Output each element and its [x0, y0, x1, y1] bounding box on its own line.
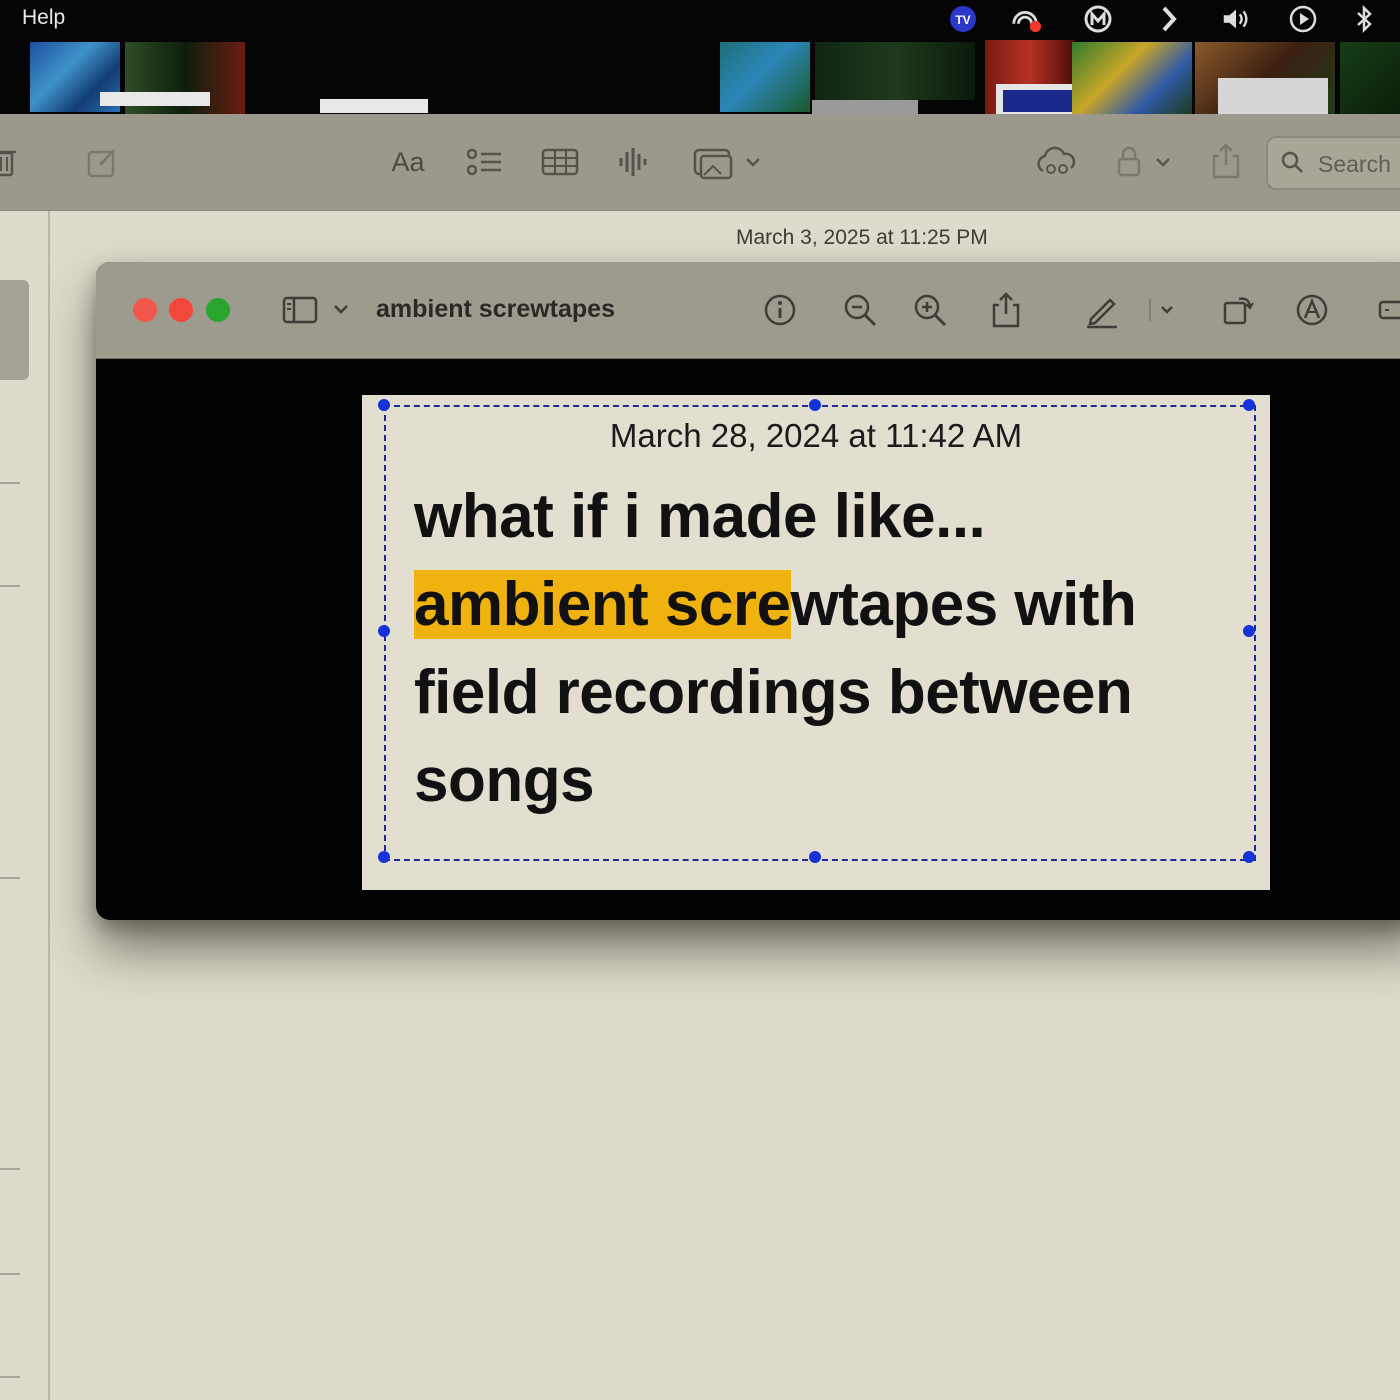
form-icon[interactable]: [1372, 290, 1400, 330]
tv-icon[interactable]: TV: [947, 3, 979, 35]
sidebar-divider: [0, 877, 20, 879]
markup-dropdown-icon[interactable]: [1146, 290, 1186, 330]
document-text: wtapes with: [790, 570, 1137, 639]
desktop-thumbnail: [1072, 42, 1192, 114]
selection-handle-middle-right[interactable]: [1243, 625, 1255, 637]
collaborate-icon[interactable]: [1034, 142, 1080, 182]
sidebar-divider: [0, 585, 20, 587]
search-placeholder: Search: [1318, 151, 1391, 177]
preview-titlebar: ambient screwtapes: [96, 262, 1400, 359]
note-date: March 3, 2025 at 11:25 PM: [736, 226, 988, 249]
selection-handle-middle-left[interactable]: [378, 625, 390, 637]
selection-handle-top-right[interactable]: [1243, 399, 1255, 411]
desktop-thumbnail: [1340, 42, 1400, 114]
bluetooth-icon[interactable]: [1348, 3, 1380, 35]
sidebar-divider: [0, 482, 20, 484]
document-line: songs: [414, 746, 595, 815]
share-icon[interactable]: [1206, 140, 1246, 182]
close-button[interactable]: [133, 298, 157, 322]
trash-icon[interactable]: [0, 142, 20, 182]
zoom-button[interactable]: [206, 298, 230, 322]
desktop-thumbnail: [815, 42, 975, 100]
document-body: what if i made like... ambient screwtape…: [414, 473, 1244, 825]
desktop-thumbnail: [720, 42, 810, 112]
markup-pen-icon[interactable]: [1082, 290, 1122, 330]
search-icon: [1278, 148, 1306, 176]
desktop-thumbnail: [1218, 78, 1328, 114]
m-icon[interactable]: [1082, 3, 1114, 35]
menu-bar: Help TV: [0, 0, 1400, 114]
menu-help[interactable]: Help: [22, 6, 65, 30]
sidebar-divider: [0, 1376, 20, 1378]
minimize-button[interactable]: [169, 298, 193, 322]
compose-icon[interactable]: [82, 142, 122, 182]
rotate-icon[interactable]: [1218, 290, 1258, 330]
notes-sidebar: [0, 211, 50, 1400]
notes-toolbar: Aa: [0, 114, 1400, 211]
document-date: March 28, 2024 at 11:42 AM: [609, 417, 1023, 454]
document-line: what if i made like...: [414, 482, 986, 551]
play-icon[interactable]: [1287, 3, 1319, 35]
document-line: ambient screwtapes with: [414, 561, 1244, 649]
svg-text:TV: TV: [955, 13, 970, 27]
sidebar-divider: [0, 1168, 20, 1170]
selection-handle-top-left[interactable]: [378, 399, 390, 411]
cast-icon[interactable]: [1010, 3, 1042, 35]
document-image[interactable]: March 28, 2024 at 11:42 AM what if i mad…: [362, 395, 1270, 890]
format-button[interactable]: Aa: [384, 144, 432, 180]
zoom-in-icon[interactable]: [910, 290, 950, 330]
sidebar-divider: [0, 1273, 20, 1275]
selection-handle-bottom-right[interactable]: [1243, 851, 1255, 863]
highlighted-text: ambient scre: [414, 570, 791, 639]
window-title: ambient screwtapes: [376, 295, 615, 323]
desktop-thumbnail-label: [320, 99, 428, 113]
selection-handle-bottom-left[interactable]: [378, 851, 390, 863]
selection-handle-top-middle[interactable]: [809, 399, 821, 411]
media-icon[interactable]: [690, 142, 766, 182]
sidebar-toggle-icon[interactable]: [278, 290, 358, 330]
checklist-icon[interactable]: [462, 142, 506, 182]
desktop-thumbnail-label: [100, 92, 210, 106]
audio-icon[interactable]: [614, 142, 652, 182]
preview-window: ambient screwtapes March 28, 2024 at 11:…: [96, 262, 1400, 920]
search-input[interactable]: Search: [1266, 136, 1400, 190]
zoom-out-icon[interactable]: [840, 290, 880, 330]
chevron-right-icon[interactable]: [1153, 3, 1185, 35]
annotate-icon[interactable]: [1292, 290, 1332, 330]
volume-icon[interactable]: [1220, 3, 1252, 35]
sidebar-selected-item[interactable]: [0, 280, 29, 380]
document-line: field recordings between: [414, 658, 1133, 727]
table-icon[interactable]: [538, 142, 582, 182]
lock-icon[interactable]: [1112, 142, 1174, 182]
desktop-thumbnail-label: [812, 100, 918, 114]
selection-handle-bottom-middle[interactable]: [809, 851, 821, 863]
info-icon[interactable]: [760, 290, 800, 330]
share-icon[interactable]: [986, 290, 1026, 330]
